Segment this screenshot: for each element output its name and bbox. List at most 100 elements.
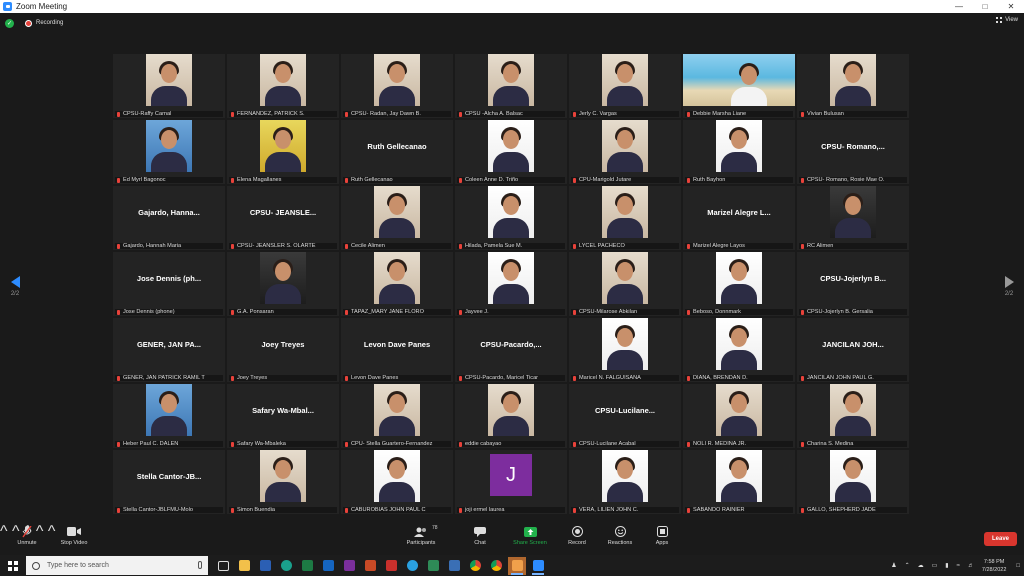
participants-icon: 78 (414, 525, 438, 537)
participant-tile[interactable]: CPSU-Lucilane... CPSU-Lucilane Acabal (569, 384, 681, 448)
participant-tile[interactable]: Gajardo, Hanna... Gajardo, Hannah Maria (113, 186, 225, 250)
participant-tile[interactable]: GENER, JAN PA... GENER, JAN PATRICK RAMIL… (113, 318, 225, 382)
participant-tile[interactable]: GALLO, SHEPHERD JADE (797, 450, 909, 514)
file-explorer-icon[interactable] (235, 557, 253, 575)
participant-tile[interactable]: CABUROBIAS JOHN PAUL C (341, 450, 453, 514)
participant-tile[interactable]: Cecile Alimen (341, 186, 453, 250)
participant-tile[interactable]: FERNANDEZ, PATRICK S. (227, 54, 339, 118)
leave-button[interactable]: Leave (984, 532, 1017, 546)
participant-tile[interactable]: CPSU- Romano,... CPSU- Romano, Rosie Mae … (797, 120, 909, 184)
view-button[interactable]: View (996, 17, 1018, 23)
participant-tile[interactable]: CPSU-Pacardo,... CPSU-Pacardo, Maricel Ti… (455, 318, 567, 382)
stop-video-button[interactable]: Stop Video (47, 526, 101, 546)
participant-tile[interactable]: Debbie Marsha Liane (683, 54, 795, 118)
powerpoint-icon[interactable] (361, 557, 379, 575)
participant-tile[interactable]: Coleen Anne D. Triño (455, 120, 567, 184)
excel-icon[interactable] (298, 557, 316, 575)
participant-tile[interactable]: Hilada, Pamela Sue M. (455, 186, 567, 250)
voice-search-icon[interactable] (198, 561, 202, 569)
participant-tile[interactable]: Vivian Bulusan (797, 54, 909, 118)
participant-tile[interactable]: Levon Dave Panes Levon Dave Panes (341, 318, 453, 382)
muted-mic-icon (573, 441, 576, 447)
share-screen-button[interactable]: Share Screen (503, 526, 557, 546)
participant-tile[interactable]: Simon Buendia (227, 450, 339, 514)
chat-button[interactable]: Chat (453, 526, 507, 546)
participant-tile[interactable]: Ed Myrl Bagonoc (113, 120, 225, 184)
participant-tile[interactable]: G.A. Ponsaran (227, 252, 339, 316)
wifi-icon[interactable]: ≈ (957, 563, 960, 569)
participant-tile[interactable]: CPSU -Alcha A. Balsac (455, 54, 567, 118)
minimize-icon[interactable]: — (946, 0, 972, 13)
participant-label-text: FERNANDEZ, PATRICK S. (237, 111, 305, 117)
participants-button[interactable]: 78 Participants (394, 525, 448, 546)
taskbar-search-box[interactable]: Type here to search (26, 556, 208, 575)
participant-tile[interactable]: Maricel N. FALGUISANA (569, 318, 681, 382)
start-button[interactable] (0, 555, 26, 576)
participant-tile[interactable]: CPSU- Radan, Jay Dawn B. (341, 54, 453, 118)
participant-tile[interactable]: Jjoji ermel laurea (455, 450, 567, 514)
participant-tile[interactable]: Stella Cantor-JB... Stella Cantor-JBLFMU-… (113, 450, 225, 514)
next-page-button[interactable]: 2/2 (1002, 276, 1016, 297)
chevron-up-icon[interactable]: ⌃ (905, 562, 910, 569)
participant-label-text: Hilada, Pamela Sue M. (465, 243, 523, 249)
acrobat-icon[interactable] (382, 557, 400, 575)
participant-tile[interactable]: Ruth Bayhon (683, 120, 795, 184)
previous-page-button[interactable]: 2/2 (8, 276, 22, 297)
participant-tile[interactable]: DIANA, BRENDAN D. (683, 318, 795, 382)
apps-button[interactable]: Apps (635, 526, 689, 546)
word-icon[interactable] (256, 557, 274, 575)
display-icon[interactable]: ▭ (932, 562, 938, 569)
participant-tile[interactable]: Marizel Alegre L... Marizel Alegre Layos (683, 186, 795, 250)
participant-tile[interactable]: LYCEL PACHECO (569, 186, 681, 250)
participant-tile[interactable]: Jose Dennis (ph... Jose Dennis (phone) (113, 252, 225, 316)
participant-tile[interactable]: Joey Treyes Joey Treyes (227, 318, 339, 382)
participant-tile[interactable]: VERA, LILIEN JOHN C. (569, 450, 681, 514)
skype-icon[interactable] (403, 557, 421, 575)
maximize-icon[interactable]: □ (972, 0, 998, 13)
participant-tile[interactable]: NOLI R. MEDINA JR. (683, 384, 795, 448)
participant-tile[interactable]: CPSU-Raffy Carnal (113, 54, 225, 118)
participant-tile[interactable]: CPU-Marigold Jutare (569, 120, 681, 184)
person-icon[interactable]: ♟ (891, 562, 896, 569)
participant-tile[interactable]: SABANDO RAINIER (683, 450, 795, 514)
chrome-icon[interactable] (466, 557, 484, 575)
edge-icon[interactable] (277, 557, 295, 575)
participant-tile[interactable]: Ruth Gellecanao Ruth Gellecanao (341, 120, 453, 184)
participant-tile[interactable]: Elena Magallanes (227, 120, 339, 184)
participant-tile[interactable]: JANCILAN JOH... JANCILAN JOHN PAUL G. (797, 318, 909, 382)
participant-tile[interactable]: Jayvee J. (455, 252, 567, 316)
participant-tile[interactable]: RC Alimen (797, 186, 909, 250)
participant-tile[interactable]: Charina S. Medina (797, 384, 909, 448)
outlook-icon[interactable] (319, 557, 337, 575)
participant-tile[interactable]: Jerly C. Vargas (569, 54, 681, 118)
photos-icon[interactable] (445, 557, 463, 575)
participant-tile[interactable]: CPSU-Jojerlyn B... CPSU-Jojerlyn B. Gersa… (797, 252, 909, 316)
page-indicator-left: 2/2 (10, 291, 20, 297)
chrome-profile-icon[interactable] (487, 557, 505, 575)
participant-tile[interactable]: Beboso, Donnmark (683, 252, 795, 316)
security-shield-icon[interactable]: ✓ (5, 18, 14, 28)
close-icon[interactable]: ✕ (998, 0, 1024, 13)
zoom-meeting-taskbar-icon[interactable] (529, 557, 547, 575)
volume-icon[interactable]: ♬ (968, 563, 974, 569)
participant-tile[interactable]: CPSU-Milarose Abkilan (569, 252, 681, 316)
windows-logo-icon (8, 560, 18, 571)
muted-mic-icon (345, 243, 348, 249)
unmute-button[interactable]: Unmute (0, 525, 54, 546)
participant-label: CPSU-Milarose Abkilan (571, 309, 679, 315)
onenote-icon[interactable] (340, 557, 358, 575)
notification-icon[interactable]: □ (1016, 563, 1020, 569)
participant-tile[interactable]: CPSU- JEANSLE... CPSU- JEANSLER S. OLARTE (227, 186, 339, 250)
zoom-app-icon[interactable] (508, 556, 526, 575)
participant-tile[interactable]: Safary Wa-Mbal... Safary Wa-Mbaleka (227, 384, 339, 448)
battery-icon[interactable]: ▮ (945, 562, 948, 569)
participant-tile[interactable]: CPU- Stella Guartero-Fernandez (341, 384, 453, 448)
participant-tile[interactable]: Heber Paul C. DALEN (113, 384, 225, 448)
participant-tile[interactable]: eddie cabayao (455, 384, 567, 448)
participant-tile[interactable]: TAPAZ_MARY JANE FLORO (341, 252, 453, 316)
cloud-icon[interactable]: ☁ (918, 562, 924, 569)
clock[interactable]: 7:58 PM 7/28/2022 (982, 558, 1006, 574)
excel-2-icon[interactable] (424, 557, 442, 575)
participant-label-text: Vivian Bulusan (807, 111, 844, 117)
task-view-icon[interactable] (214, 557, 232, 575)
